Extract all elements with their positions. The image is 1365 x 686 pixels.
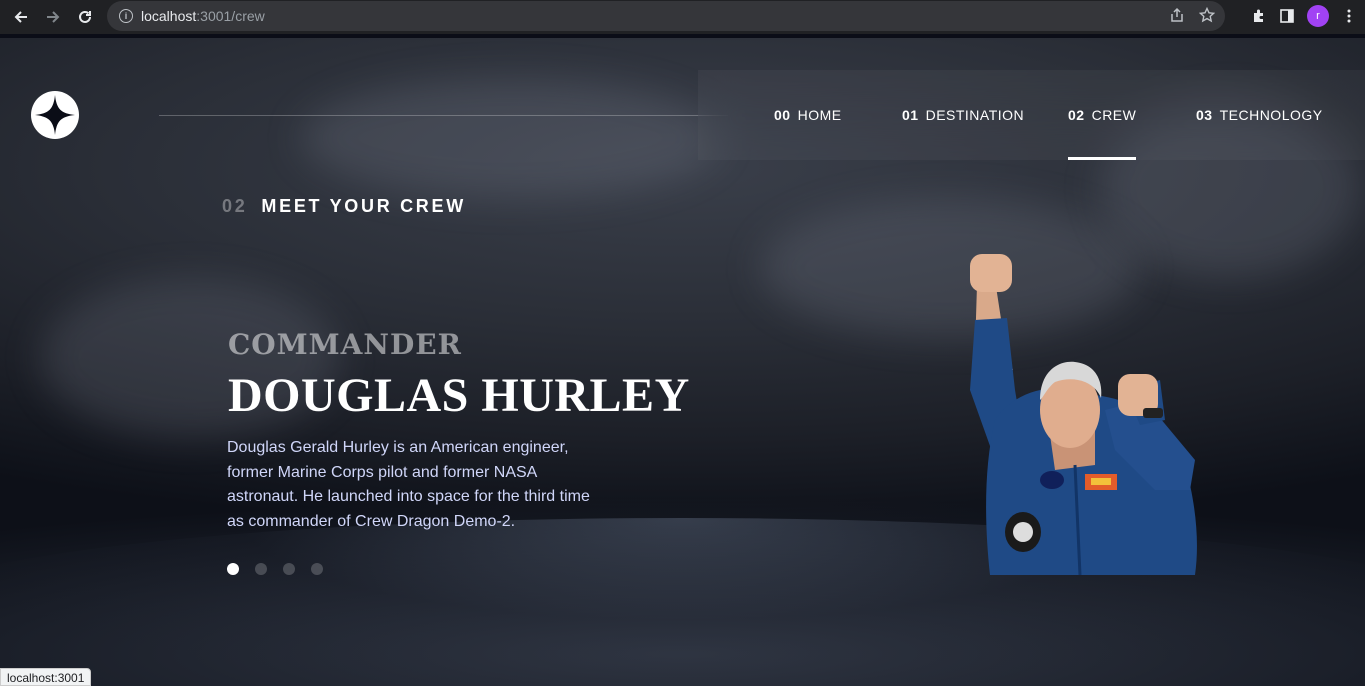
section-title: MEET YOUR CREW bbox=[261, 196, 466, 216]
slider-dot-1[interactable] bbox=[227, 563, 239, 575]
nav-item-number: 02 bbox=[1068, 107, 1085, 123]
url-host: localhost bbox=[141, 8, 197, 24]
more-menu-icon[interactable] bbox=[1341, 8, 1357, 24]
nav-item-destination[interactable]: 01 DESTINATION bbox=[902, 70, 1024, 160]
address-bar[interactable]: i localhost:3001/crew bbox=[107, 1, 1225, 31]
url-path: :3001/crew bbox=[196, 8, 265, 24]
bookmark-star-icon[interactable] bbox=[1199, 7, 1215, 23]
logo-icon[interactable] bbox=[31, 91, 79, 139]
section-heading: 02 MEET YOUR CREW bbox=[222, 196, 466, 217]
browser-toolbar: i localhost:3001/crew r bbox=[0, 0, 1365, 34]
nav-item-label: CREW bbox=[1091, 107, 1137, 123]
nav-item-number: 03 bbox=[1196, 107, 1213, 123]
crew-slider-dots bbox=[227, 563, 323, 575]
slider-dot-2[interactable] bbox=[255, 563, 267, 575]
header-divider bbox=[159, 115, 728, 116]
nav-item-label: DESTINATION bbox=[925, 107, 1025, 123]
share-icon[interactable] bbox=[1169, 7, 1185, 23]
nav-item-crew[interactable]: 02 CREW bbox=[1068, 70, 1137, 160]
crew-portrait-image bbox=[970, 254, 1197, 575]
crew-page: 00 HOME 01 DESTINATION 02 CREW 03 TECHNO… bbox=[0, 38, 1365, 686]
nav-item-number: 01 bbox=[902, 107, 919, 123]
crew-bio: Douglas Gerald Hurley is an American eng… bbox=[227, 439, 590, 530]
nav-item-technology[interactable]: 03 TECHNOLOGY bbox=[1196, 70, 1323, 160]
main-nav: 00 HOME 01 DESTINATION 02 CREW 03 TECHNO… bbox=[698, 70, 1365, 160]
crew-name: DOUGLAS HURLEY bbox=[228, 369, 690, 422]
nav-item-label: HOME bbox=[797, 107, 842, 123]
crew-role: COMMANDER bbox=[228, 328, 462, 361]
nav-item-number: 00 bbox=[774, 107, 791, 123]
reload-icon[interactable] bbox=[69, 1, 101, 33]
back-icon[interactable] bbox=[5, 1, 37, 33]
nav-item-label: TECHNOLOGY bbox=[1219, 107, 1323, 123]
forward-icon[interactable] bbox=[37, 1, 69, 33]
earth-cloud bbox=[300, 78, 720, 198]
slider-dot-4[interactable] bbox=[311, 563, 323, 575]
site-info-icon[interactable]: i bbox=[119, 9, 133, 23]
section-number: 02 bbox=[222, 196, 248, 216]
side-panel-icon[interactable] bbox=[1279, 8, 1295, 24]
status-bar-url: localhost:3001 bbox=[0, 668, 92, 686]
nav-item-home[interactable]: 00 HOME bbox=[774, 70, 842, 160]
slider-dot-3[interactable] bbox=[283, 563, 295, 575]
extensions-icon[interactable] bbox=[1251, 8, 1267, 24]
profile-avatar[interactable]: r bbox=[1307, 5, 1329, 27]
